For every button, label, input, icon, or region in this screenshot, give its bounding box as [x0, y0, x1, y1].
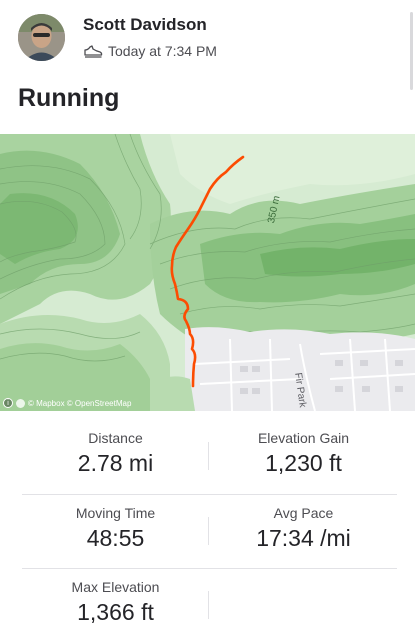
- stat-max-elevation: Max Elevation 1,366 ft: [22, 569, 209, 640]
- stat-value: 2.78 mi: [77, 450, 154, 476]
- map-attribution[interactable]: i © Mapbox © OpenStreetMap: [3, 397, 131, 409]
- stat-label: Moving Time: [75, 504, 156, 521]
- divider: [208, 591, 209, 619]
- activity-title[interactable]: Running: [18, 84, 119, 113]
- shoe-icon: [83, 43, 103, 59]
- stat-label: Max Elevation: [71, 579, 160, 595]
- divider: [208, 516, 209, 545]
- stat-avg-pace: Avg Pace 17:34 /mi: [210, 495, 397, 570]
- stat-value: 1,230 ft: [265, 450, 342, 476]
- stat-label: Elevation Gain: [257, 430, 350, 446]
- attribution-text: © Mapbox © OpenStreetMap: [28, 398, 132, 408]
- info-icon[interactable]: i: [3, 398, 13, 408]
- activity-header: Scott Davidson Today at 7:34 PM Running: [0, 0, 415, 134]
- athlete-name[interactable]: Scott Davidson: [83, 15, 207, 35]
- scrollbar[interactable]: [410, 12, 413, 90]
- route-map[interactable]: i © Mapbox © OpenStreetMap: [0, 134, 415, 411]
- stat-label: Distance: [88, 430, 143, 446]
- stat-distance: Distance 2.78 mi: [22, 420, 209, 495]
- stats-row: Moving Time 48:55 Avg Pace 17:34 /mi: [22, 495, 397, 570]
- stat-moving-time: Moving Time 48:55: [22, 495, 209, 570]
- stat-label: Avg Pace: [273, 504, 334, 521]
- stats-row: Distance 2.78 mi Elevation Gain 1,230 ft: [22, 420, 397, 495]
- mapbox-logo-icon: [16, 398, 25, 408]
- stat-value: 1,366 ft: [77, 599, 154, 625]
- stats-row: Max Elevation 1,366 ft: [22, 569, 397, 640]
- stat-value: 48:55: [86, 524, 145, 551]
- activity-timestamp: Today at 7:34 PM: [108, 43, 217, 59]
- map-canvas: [0, 134, 415, 411]
- avatar[interactable]: [18, 14, 65, 61]
- divider: [208, 442, 209, 470]
- activity-meta: Today at 7:34 PM: [83, 41, 217, 61]
- stat-value: 17:34 /mi: [256, 524, 351, 551]
- stats-grid: Distance 2.78 mi Elevation Gain 1,230 ft…: [22, 420, 397, 640]
- stat-elevation-gain: Elevation Gain 1,230 ft: [210, 420, 397, 495]
